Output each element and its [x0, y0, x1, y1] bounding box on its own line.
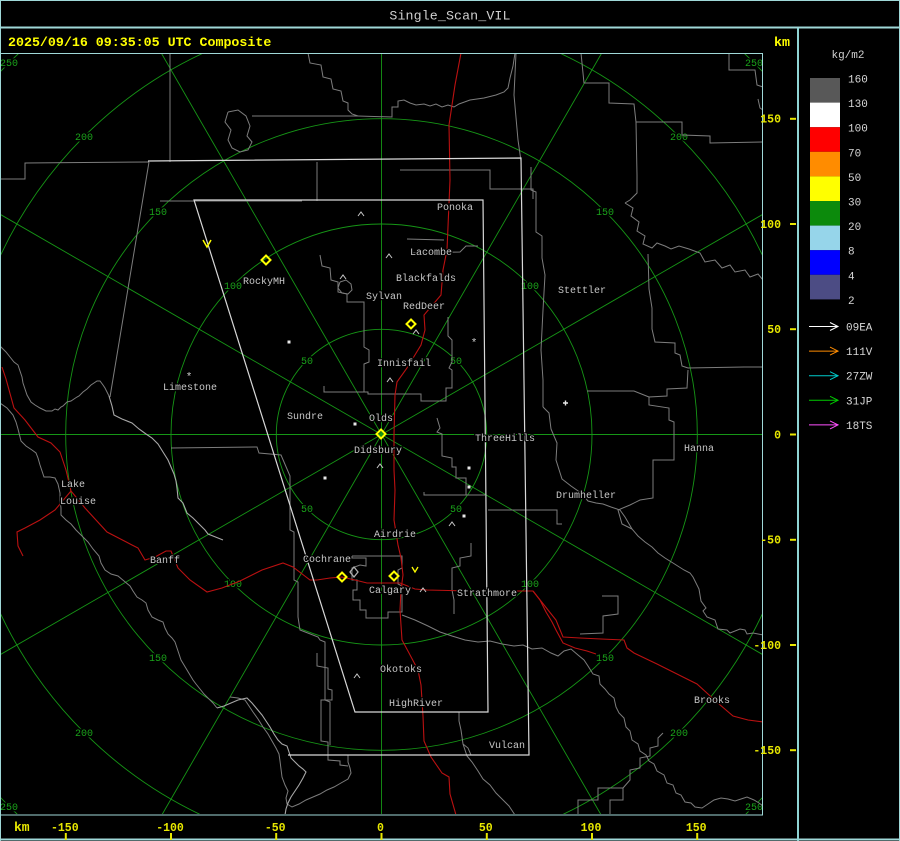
svg-text:Banff: Banff: [150, 555, 180, 567]
svg-text:8: 8: [848, 247, 855, 259]
svg-text:Sylvan: Sylvan: [366, 291, 402, 303]
svg-text:Stettler: Stettler: [558, 285, 606, 297]
svg-text:200: 200: [75, 133, 93, 144]
svg-text:250: 250: [0, 59, 18, 70]
svg-text:250: 250: [745, 803, 763, 814]
svg-text:100: 100: [760, 219, 781, 232]
svg-text:150: 150: [149, 654, 167, 665]
svg-text:Airdrie: Airdrie: [374, 529, 416, 541]
svg-text:RockyMH: RockyMH: [243, 276, 285, 288]
svg-text:-100: -100: [156, 822, 184, 835]
svg-text:Okotoks: Okotoks: [380, 664, 422, 676]
svg-text:150: 150: [596, 208, 614, 219]
svg-text:50: 50: [479, 822, 493, 835]
svg-text:RedDeer: RedDeer: [403, 301, 445, 313]
svg-text:50: 50: [301, 357, 313, 368]
svg-text:100: 100: [521, 580, 539, 591]
svg-text:130: 130: [848, 99, 868, 111]
svg-text:-150: -150: [51, 822, 79, 835]
svg-text:50: 50: [848, 173, 861, 185]
svg-text:Calgary: Calgary: [369, 585, 411, 597]
svg-text:18TS: 18TS: [846, 421, 873, 433]
svg-text:Olds: Olds: [369, 413, 393, 425]
svg-text:Ponoka: Ponoka: [437, 202, 473, 214]
svg-text:70: 70: [848, 148, 861, 160]
svg-text:27ZW: 27ZW: [846, 372, 873, 384]
svg-text:Lake: Lake: [61, 479, 85, 491]
svg-text:2025/09/16 09:35:05 UTC Compos: 2025/09/16 09:35:05 UTC Composite: [8, 35, 271, 50]
svg-text:09EA: 09EA: [846, 323, 873, 335]
svg-text:Drumheller: Drumheller: [556, 490, 616, 502]
svg-text:100: 100: [224, 282, 242, 293]
svg-text:km: km: [14, 820, 30, 835]
svg-text:Cochrane: Cochrane: [303, 554, 351, 566]
svg-text:0: 0: [377, 822, 384, 835]
svg-text:200: 200: [670, 729, 688, 740]
svg-text:111V: 111V: [846, 347, 873, 359]
svg-text:Hanna: Hanna: [684, 444, 714, 455]
svg-text:250: 250: [0, 803, 18, 814]
svg-text:31JP: 31JP: [846, 396, 873, 408]
svg-text:150: 150: [686, 822, 707, 835]
svg-text:100: 100: [581, 822, 602, 835]
svg-text:150: 150: [149, 208, 167, 219]
svg-text:Single_Scan_VIL: Single_Scan_VIL: [389, 9, 510, 24]
svg-text:Blackfalds: Blackfalds: [396, 273, 456, 285]
svg-text:150: 150: [596, 654, 614, 665]
svg-text:km: km: [774, 35, 790, 50]
svg-text:100: 100: [848, 124, 868, 136]
svg-text:200: 200: [75, 729, 93, 740]
svg-text:250: 250: [745, 59, 763, 70]
svg-text:4: 4: [848, 271, 855, 283]
svg-text:Vulcan: Vulcan: [489, 740, 525, 752]
svg-text:HighRiver: HighRiver: [389, 698, 443, 710]
svg-text:-100: -100: [753, 640, 781, 653]
svg-text:0: 0: [774, 429, 781, 442]
svg-text:ThreeHills: ThreeHills: [475, 433, 535, 445]
svg-text:Sundre: Sundre: [287, 411, 323, 423]
svg-text:50: 50: [450, 505, 462, 516]
svg-text:100: 100: [521, 282, 539, 293]
svg-text:Didsbury: Didsbury: [354, 445, 402, 457]
svg-text:2: 2: [848, 296, 855, 308]
svg-text:Lacombe: Lacombe: [410, 247, 452, 259]
svg-text:-50: -50: [265, 822, 286, 835]
svg-text:150: 150: [760, 114, 781, 127]
svg-text:*: *: [186, 372, 193, 384]
svg-text:kg/m2: kg/m2: [831, 50, 864, 62]
svg-text:50: 50: [301, 505, 313, 516]
svg-text:Strathmore: Strathmore: [457, 588, 517, 600]
svg-text:Innisfail: Innisfail: [377, 358, 431, 370]
svg-text:Brooks: Brooks: [694, 695, 730, 707]
svg-text:20: 20: [848, 222, 861, 234]
svg-text:30: 30: [848, 198, 861, 210]
svg-text:50: 50: [767, 324, 781, 337]
svg-text:160: 160: [848, 75, 868, 87]
svg-text:*: *: [471, 338, 478, 350]
svg-text:-150: -150: [753, 745, 781, 758]
svg-text:Louise: Louise: [60, 496, 96, 508]
svg-text:-50: -50: [760, 535, 781, 548]
